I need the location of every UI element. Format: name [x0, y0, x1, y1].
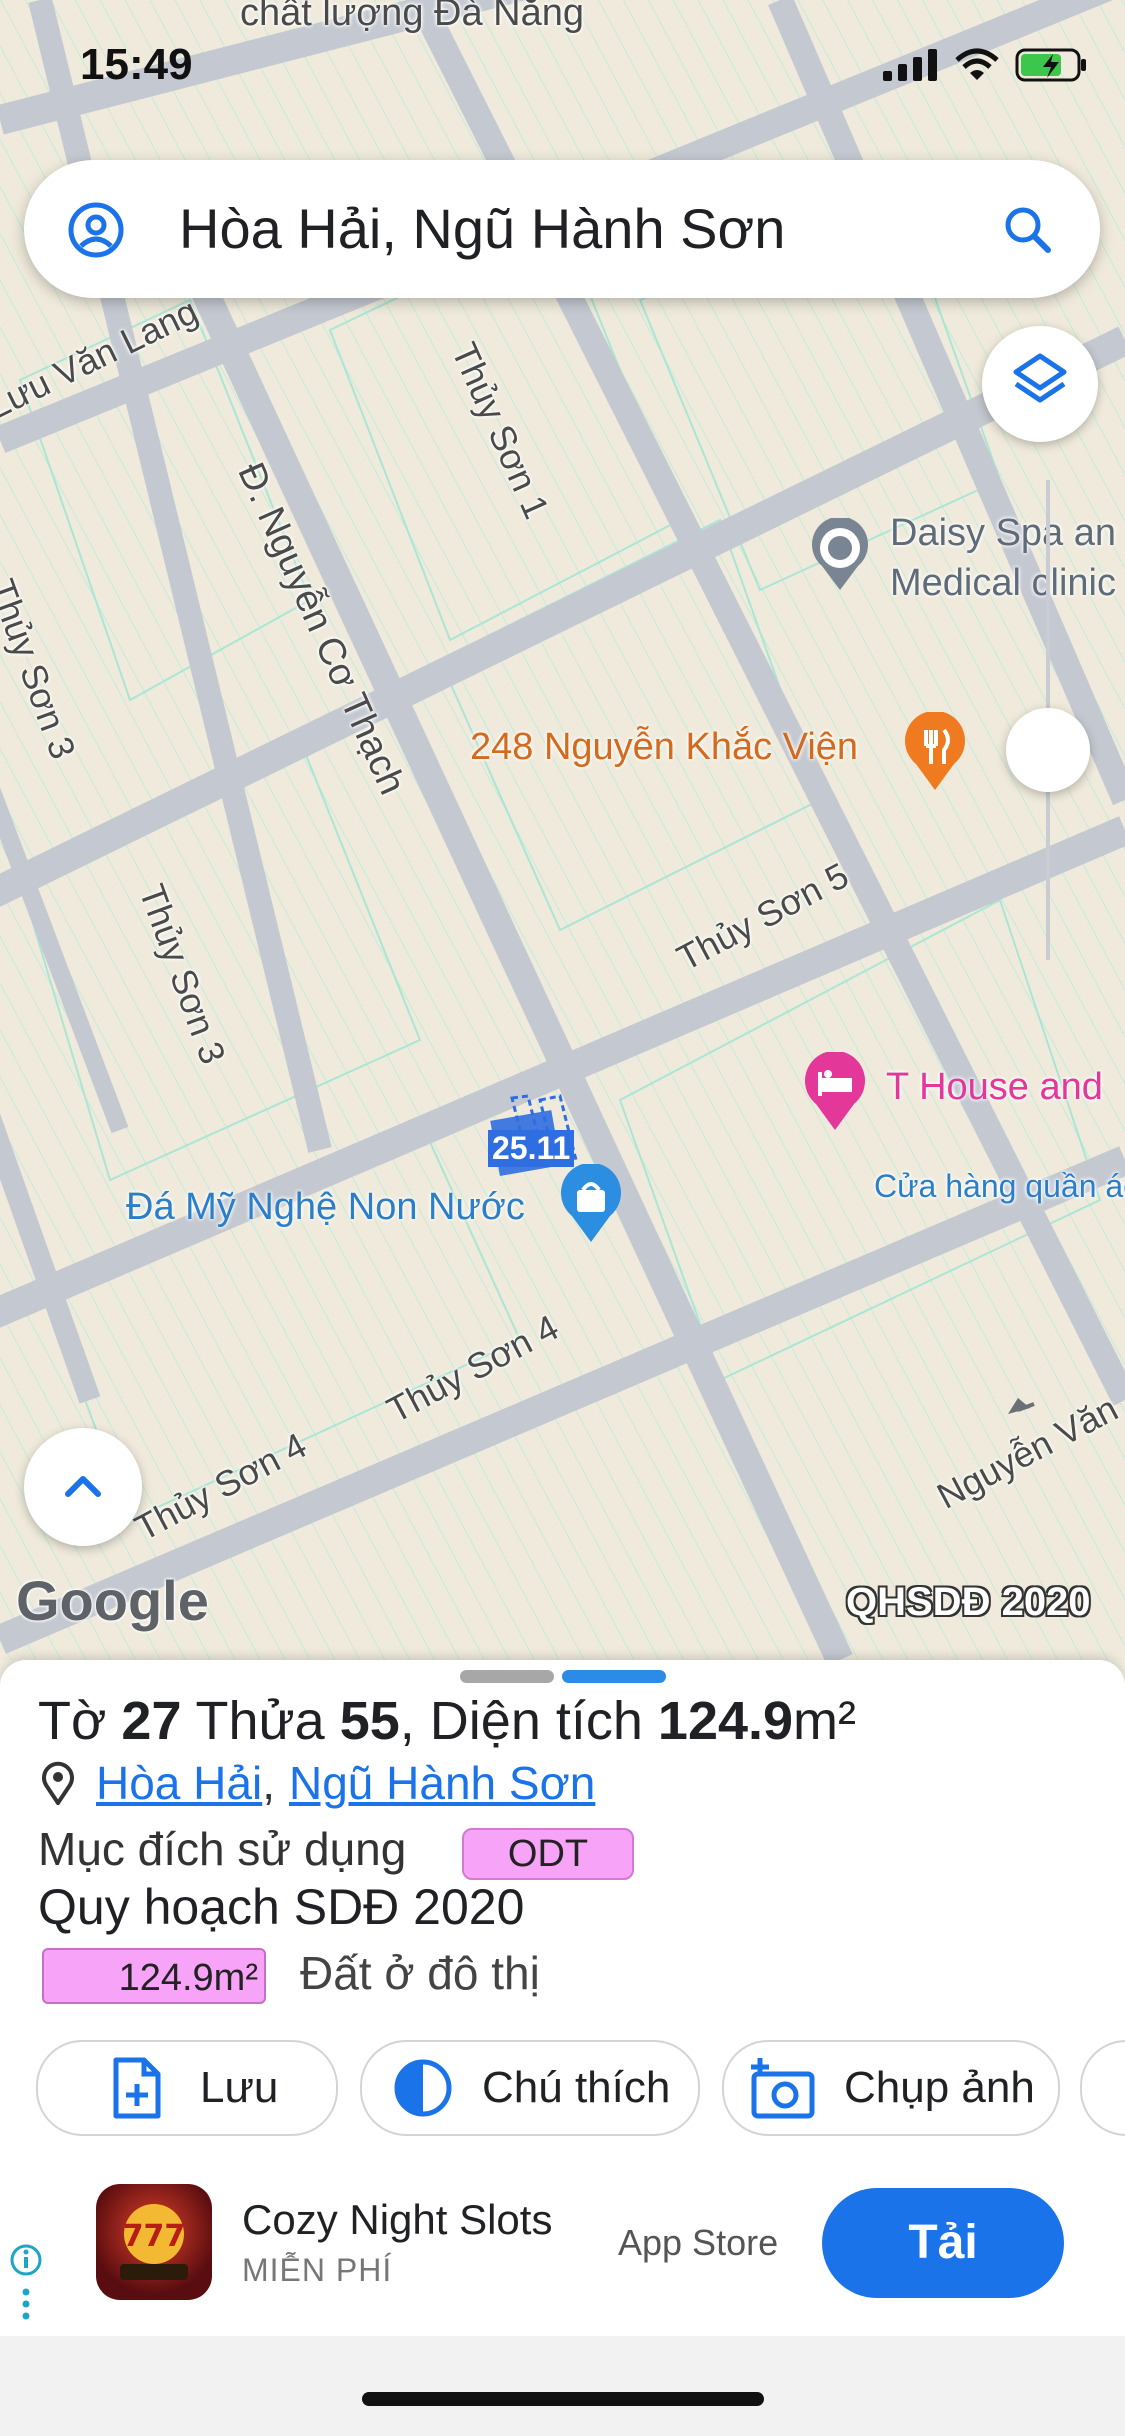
location-row: Hòa Hải, Ngũ Hành Sơn — [38, 1756, 595, 1810]
plan-area-badge: 124.9m² — [42, 1948, 266, 2004]
battery-icon — [1015, 48, 1086, 82]
account-icon[interactable] — [66, 200, 126, 260]
legend-button-label: Chú thích — [482, 2063, 671, 2112]
title-thua-number: 55 — [339, 1691, 400, 1751]
signal-icon — [883, 49, 937, 81]
ad-install-button[interactable]: Tải — [822, 2188, 1064, 2298]
sheet-handle-blue[interactable] — [562, 1670, 666, 1683]
map-label-top: chất lượng Đà Nẵng — [240, 0, 584, 34]
layers-button[interactable] — [982, 326, 1098, 442]
title-thua-word: Thửa — [181, 1691, 340, 1751]
title-area-word: , Diện tích — [399, 1691, 658, 1751]
poi-label-shop: Đá Mỹ Nghệ Non Nước — [126, 1186, 525, 1228]
title-area-unit: m² — [793, 1691, 857, 1751]
save-button[interactable]: Lưu — [36, 2040, 338, 2136]
save-button-label: Lưu — [200, 2063, 279, 2112]
ad-price: MIỄN PHÍ — [242, 2252, 393, 2288]
ad-app-name: Cozy Night Slots — [242, 2196, 553, 2243]
hotel-pin-icon[interactable] — [800, 1050, 870, 1132]
home-indicator[interactable] — [362, 2392, 764, 2406]
svg-text:777: 777 — [123, 2219, 186, 2254]
wifi-icon — [955, 48, 999, 80]
parcel-number-label: 25.11 — [488, 1130, 575, 1167]
app-icon[interactable]: 777 — [96, 2184, 212, 2300]
add-photo-icon — [751, 2058, 815, 2119]
layers-icon — [1013, 353, 1067, 403]
title-to-number: 27 — [121, 1691, 182, 1751]
status-time: 15:49 — [80, 40, 193, 89]
sheet-handle-gray[interactable] — [460, 1670, 554, 1683]
plan-title: Quy hoạch SDĐ 2020 — [38, 1879, 525, 1935]
shopping-bag-pin-icon[interactable] — [556, 1162, 626, 1244]
location-pin-icon — [42, 1761, 74, 1805]
home-indicator-area — [0, 2336, 1125, 2436]
location-separator: , — [262, 1757, 275, 1809]
poi-label-daisy-2: Medical clinic — [890, 562, 1116, 604]
add-file-icon — [113, 2057, 161, 2119]
purpose-badge: ODT — [462, 1828, 634, 1880]
plan-description: Đất ở đô thị — [300, 1947, 540, 1999]
status-icons — [883, 48, 1089, 82]
expand-sheet-button[interactable] — [24, 1428, 142, 1546]
ad-store: App Store — [618, 2222, 779, 2263]
location-link-ngu-hanh-son[interactable]: Ngũ Hành Sơn — [289, 1756, 595, 1810]
ad-info-icon[interactable] — [8, 2242, 44, 2322]
poi-label-hotel: T House and — [886, 1066, 1103, 1108]
poi-label-restaurant: 248 Nguyễn Khắc Viện — [470, 726, 859, 768]
map-watermark: QHSDĐ 2020 — [846, 1580, 1091, 1624]
medical-pin-icon[interactable] — [808, 516, 872, 592]
title-to-word: Tờ — [38, 1691, 122, 1751]
purpose-label: Mục đích sử dụng — [38, 1823, 407, 1875]
search-input[interactable]: Hòa Hải, Ngũ Hành Sơn — [179, 196, 785, 261]
photo-button[interactable]: Chụp ảnh — [722, 2040, 1060, 2136]
legend-button[interactable]: Chú thích — [360, 2040, 700, 2136]
opacity-slider-handle[interactable] — [1006, 708, 1090, 792]
shop-label-cua-hang: Cửa hàng quần áo — [874, 1168, 1125, 1204]
poi-label-daisy-1: Daisy Spa an — [890, 512, 1117, 554]
title-area-number: 124.9 — [657, 1691, 794, 1751]
contrast-icon — [394, 2059, 452, 2117]
restaurant-pin-icon[interactable] — [900, 710, 970, 792]
parcel-number-text: 25.11 — [492, 1130, 571, 1166]
chevron-up-icon — [65, 1476, 101, 1497]
search-icon[interactable] — [998, 200, 1058, 260]
google-logo: Google — [16, 1569, 209, 1632]
ad-banner[interactable]: 777 Cozy Night Slots MIỄN PHÍ App Store … — [0, 2150, 1125, 2336]
search-bar[interactable]: Hòa Hải, Ngũ Hành Sơn — [24, 160, 1100, 298]
parcel-title: Tờ 27 Thửa 55, Diện tích 124.9m² — [38, 1690, 856, 1752]
photo-button-label: Chụp ảnh — [844, 2063, 1035, 2112]
location-link-hoa-hai[interactable]: Hòa Hải — [96, 1756, 262, 1810]
